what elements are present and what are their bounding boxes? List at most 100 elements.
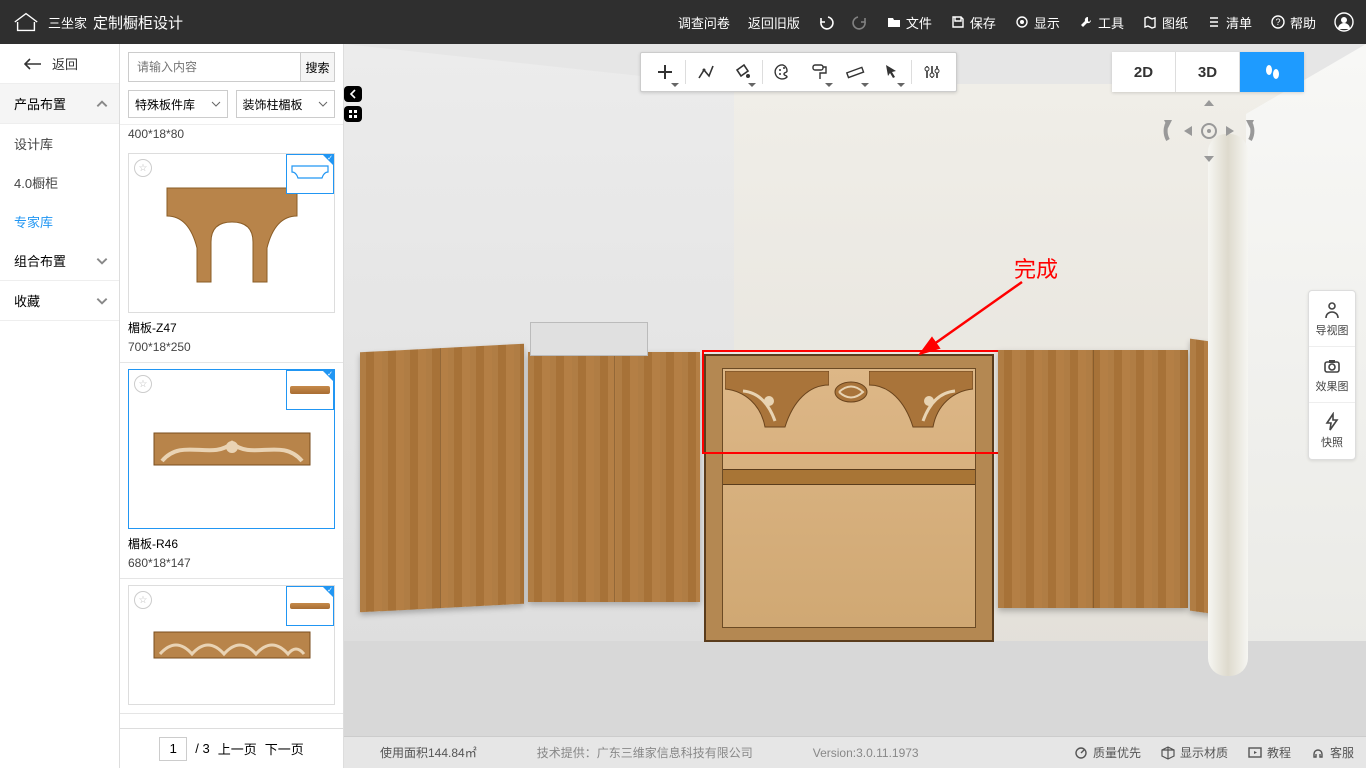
- status-area: 使用面积144.84㎡: [380, 744, 477, 761]
- orbit-down[interactable]: [1200, 152, 1218, 166]
- dock-nav-view[interactable]: 导视图: [1309, 291, 1355, 347]
- page-input[interactable]: [159, 737, 187, 761]
- orbit-left[interactable]: [1180, 122, 1196, 140]
- tool-color[interactable]: [765, 54, 801, 90]
- next-page-button[interactable]: 下一页: [265, 739, 304, 758]
- search-input[interactable]: [128, 52, 300, 82]
- item-dims: 680*18*147: [128, 556, 335, 570]
- library-item[interactable]: ☆ ✓: [120, 579, 343, 714]
- menu-file[interactable]: 文件: [886, 13, 932, 32]
- status-tutorial[interactable]: 教程: [1248, 744, 1291, 761]
- menu-save[interactable]: 保存: [950, 13, 996, 32]
- camera-icon: [1322, 356, 1342, 376]
- library-list[interactable]: 400*18*80 ☆ ✓ 楣板-Z47 700*18*250 ☆ ✓: [120, 124, 343, 728]
- gauge-icon: [1074, 746, 1088, 760]
- tool-add[interactable]: [647, 54, 683, 90]
- subcat-cupboard4[interactable]: 4.0橱柜: [0, 163, 119, 202]
- wrench-icon: [1078, 14, 1094, 30]
- play-screen-icon: [1248, 746, 1262, 760]
- help-icon: ?: [1270, 14, 1286, 30]
- user-icon[interactable]: [1334, 12, 1354, 32]
- page-total: / 3: [195, 741, 209, 756]
- select-decor-col[interactable]: 装饰柱楣板: [236, 90, 336, 118]
- library-item[interactable]: ☆ ✓ 楣板-R46 680*18*147: [120, 363, 343, 579]
- category-favorites[interactable]: 收藏: [0, 281, 119, 321]
- item-mini-preview: ✓: [286, 370, 334, 410]
- undo-icon[interactable]: [818, 14, 834, 30]
- menu-drawing[interactable]: 图纸: [1142, 13, 1188, 32]
- item-name: 楣板-R46: [128, 535, 335, 552]
- tool-draw[interactable]: [688, 54, 724, 90]
- menu-display[interactable]: 显示: [1014, 13, 1060, 32]
- item-dims: 400*18*80: [120, 125, 343, 147]
- menu-help[interactable]: ?帮助: [1270, 13, 1316, 32]
- chevron-down-icon: [95, 294, 109, 308]
- app-logo: 三坐家: [12, 12, 87, 32]
- save-icon: [950, 14, 966, 30]
- menu-tools[interactable]: 工具: [1078, 13, 1124, 32]
- search-button[interactable]: 搜索: [300, 52, 335, 82]
- select-board-lib[interactable]: 特殊板件库: [128, 90, 228, 118]
- pager: / 3 上一页 下一页: [120, 728, 343, 768]
- tool-settings[interactable]: [914, 54, 950, 90]
- chevron-up-icon: [95, 97, 109, 111]
- app-title: 定制橱柜设计: [93, 12, 183, 33]
- house-icon: [12, 12, 40, 32]
- cabinet-left[interactable]: [360, 344, 524, 613]
- tool-measure[interactable]: [837, 54, 873, 90]
- cabinet-right[interactable]: [998, 350, 1188, 608]
- tool-select[interactable]: [873, 54, 909, 90]
- favorite-star-icon[interactable]: ☆: [134, 375, 152, 393]
- view-walk-button[interactable]: [1240, 52, 1304, 92]
- orbit-center[interactable]: [1198, 120, 1220, 142]
- favorite-star-icon[interactable]: ☆: [134, 159, 152, 177]
- status-bar: 使用面积144.84㎡ 技术提供：广东三维家信息科技有限公司 Version:3…: [344, 736, 1366, 768]
- dock-snapshot[interactable]: 快照: [1309, 403, 1355, 459]
- chevron-down-icon: [95, 254, 109, 268]
- status-quality[interactable]: 质量优先: [1074, 744, 1141, 761]
- headset-icon: [1311, 746, 1325, 760]
- redo-icon[interactable]: [852, 14, 868, 30]
- cube-icon: [1161, 746, 1175, 760]
- subcat-expert-lib[interactable]: 专家库: [0, 202, 119, 241]
- status-tech: 技术提供：广东三维家信息科技有限公司: [537, 744, 753, 761]
- cabinet-top-small: [530, 322, 648, 356]
- cabinet-midleft[interactable]: [528, 352, 700, 602]
- panel-toggle: [344, 86, 362, 122]
- thumb-arch-icon: [157, 178, 307, 288]
- item-mini-preview: ✓: [286, 586, 334, 626]
- person-icon: [1322, 300, 1342, 320]
- subcat-design-lib[interactable]: 设计库: [0, 124, 119, 163]
- menu-old-version[interactable]: 返回旧版: [748, 13, 800, 32]
- library-item[interactable]: ☆ ✓ 楣板-Z47 700*18*250: [120, 147, 343, 363]
- menu-survey[interactable]: 调查问卷: [678, 13, 730, 32]
- column-right: [1208, 134, 1248, 676]
- tool-roller[interactable]: [801, 54, 837, 90]
- grid-toggle-icon[interactable]: [344, 106, 362, 122]
- cabinet-open-shelf[interactable]: [704, 354, 994, 642]
- back-button[interactable]: 返回: [0, 44, 119, 84]
- polyline-icon: [696, 62, 716, 82]
- view-mode-switch: 2D 3D: [1112, 52, 1304, 92]
- orbit-rotate-right[interactable]: [1238, 116, 1260, 146]
- design-toolbar: [640, 52, 957, 92]
- category-product-layout[interactable]: 产品布置: [0, 84, 119, 124]
- category-combo-layout[interactable]: 组合布置: [0, 241, 119, 281]
- orbit-rotate-left[interactable]: [1158, 116, 1180, 146]
- orbit-right[interactable]: [1222, 122, 1238, 140]
- item-name: 楣板-Z47: [128, 319, 335, 336]
- dock-render[interactable]: 效果图: [1309, 347, 1355, 403]
- orbit-up[interactable]: [1200, 96, 1218, 110]
- view-2d-button[interactable]: 2D: [1112, 52, 1176, 92]
- status-service[interactable]: 客服: [1311, 744, 1354, 761]
- menu-list[interactable]: 清单: [1206, 13, 1252, 32]
- collapse-left-icon[interactable]: [344, 86, 362, 102]
- favorite-star-icon[interactable]: ☆: [134, 591, 152, 609]
- status-material[interactable]: 显示材质: [1161, 744, 1228, 761]
- map-icon: [1142, 14, 1158, 30]
- orbit-navigator: [1154, 100, 1264, 170]
- prev-page-button[interactable]: 上一页: [218, 739, 257, 758]
- tool-bucket[interactable]: [724, 54, 760, 90]
- view-3d-button[interactable]: 3D: [1176, 52, 1240, 92]
- footprints-icon: [1261, 61, 1283, 83]
